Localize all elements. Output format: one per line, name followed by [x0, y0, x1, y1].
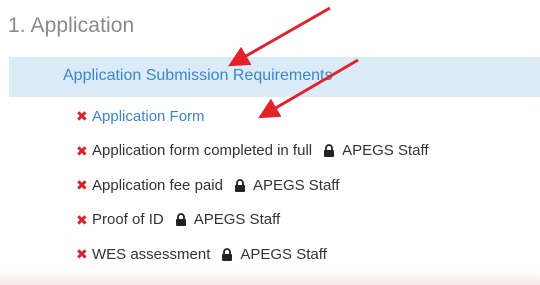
x-mark-icon: ✖ [76, 177, 88, 194]
requirement-label: Proof of ID [92, 211, 164, 229]
requirement-item-form-completed: ✖ Application form completed in full APE… [76, 134, 429, 169]
lock-icon [234, 178, 245, 192]
requirement-label: Application form completed in full [92, 142, 313, 160]
access-badge: APEGS Staff [323, 142, 429, 160]
requirements-list: ✖ Application Form ✖ Application form co… [76, 99, 429, 272]
requirement-item-application-form: ✖ Application Form [76, 99, 429, 134]
x-mark-icon: ✖ [76, 211, 88, 228]
requirement-item-fee-paid: ✖ Application fee paid APEGS Staff [76, 168, 429, 203]
requirements-group-link[interactable]: Application Submission Requirements [63, 67, 332, 85]
requirement-label: Application fee paid [92, 176, 223, 194]
x-mark-icon: ✖ [76, 108, 88, 125]
application-form-link[interactable]: Application Form [92, 108, 205, 125]
page: 1. Application Application Submission Re… [0, 0, 540, 285]
requirement-label: WES assessment [92, 245, 211, 263]
access-label: APEGS Staff [252, 176, 340, 194]
bottom-edge-shadow [0, 271, 540, 285]
access-label: APEGS Staff [342, 142, 429, 160]
access-badge: APEGS Staff [221, 245, 327, 263]
red-arrow-icon [228, 6, 331, 67]
section-title: 1. Application [8, 14, 135, 37]
lock-icon [222, 247, 233, 261]
x-mark-icon: ✖ [76, 142, 88, 159]
requirement-item-wes-assessment: ✖ WES assessment APEGS Staff [76, 237, 429, 272]
requirement-item-proof-of-id: ✖ Proof of ID APEGS Staff [76, 203, 429, 238]
access-label: APEGS Staff [193, 211, 281, 229]
lock-icon [324, 144, 335, 158]
lock-icon [175, 213, 186, 227]
x-mark-icon: ✖ [76, 246, 88, 263]
access-badge: APEGS Staff [234, 177, 339, 194]
access-badge: APEGS Staff [175, 211, 280, 228]
access-label: APEGS Staff [240, 245, 327, 263]
requirements-group-header[interactable]: Application Submission Requirements [9, 57, 540, 97]
